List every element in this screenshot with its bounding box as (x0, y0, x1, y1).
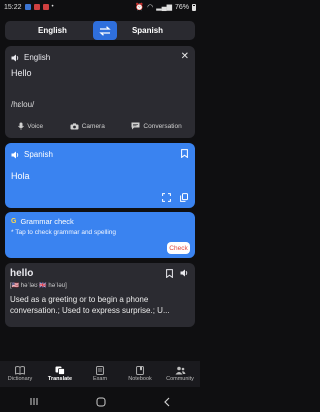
speaker-icon (11, 151, 19, 158)
grammar-title: Grammar check (20, 217, 74, 226)
chat-icon (131, 122, 140, 130)
status-time: 15:22 (4, 3, 22, 11)
nav-dictionary-label: Dictionary (7, 376, 33, 382)
source-card: English ✕ Hello /hɛlou/ Voice Camera Con… (5, 46, 195, 138)
dictionary-word: hello (10, 268, 34, 279)
exam-icon (96, 366, 104, 375)
expand-button[interactable] (162, 193, 171, 202)
swap-languages-button[interactable] (93, 21, 117, 40)
bottom-navigation: Dictionary Translate Exam Notebook Commu… (0, 361, 200, 387)
close-icon: ✕ (180, 51, 189, 62)
youtube-icon (33, 4, 40, 10)
signal-icon: ▂▄▆ (156, 4, 172, 11)
community-icon (175, 366, 185, 375)
dictionary-bookmark-button[interactable] (166, 269, 173, 278)
alarm-icon: ⏰ (135, 4, 145, 11)
conversation-button[interactable]: Conversation (131, 122, 182, 130)
bookmark-icon (181, 149, 188, 158)
bookmark-icon (166, 269, 173, 278)
grammar-tip: * Tap to check grammar and spelling (11, 229, 117, 236)
nav-community[interactable]: Community (160, 361, 200, 387)
more-dot-icon: • (51, 4, 54, 10)
conversation-label: Conversation (143, 122, 182, 130)
translation-text: Hola (11, 171, 30, 181)
back-icon (164, 397, 170, 406)
dictionary-phonetic: [🇺🇸 həˈləʊ 🇬🇧 həˈləʊ] (10, 283, 67, 289)
battery-percent: 76% (174, 3, 189, 11)
recent-apps-button[interactable] (29, 397, 39, 406)
dictionary-definition: Used as a greeting or to begin a phone c… (10, 295, 170, 315)
expand-icon (162, 193, 171, 202)
mic-icon (18, 122, 25, 130)
nav-notebook[interactable]: Notebook (120, 361, 160, 387)
nav-notebook-label: Notebook (128, 376, 152, 382)
language-switcher: English Spanish (5, 21, 195, 40)
source-language-label: English (24, 53, 51, 62)
nav-community-label: Community (166, 376, 194, 382)
wifi-icon: ◠ (147, 4, 154, 11)
home-button[interactable] (96, 397, 106, 407)
dictionary-icon (15, 366, 25, 375)
voice-button[interactable]: Voice (18, 122, 43, 130)
clear-button[interactable]: ✕ (181, 51, 189, 62)
voice-label: Voice (27, 122, 44, 130)
back-button[interactable] (163, 397, 171, 407)
speaker-icon (11, 54, 19, 61)
check-button[interactable]: Check (167, 242, 190, 254)
camera-button[interactable]: Camera (70, 122, 105, 130)
battery-icon (192, 3, 196, 11)
status-bar: 15:22 • ⏰ ◠ ▂▄▆ 76% (0, 0, 200, 14)
source-speaker-button[interactable] (11, 54, 20, 62)
system-navigation (0, 391, 200, 412)
target-card: Spanish Hola (5, 143, 195, 208)
nav-exam-label: Exam (92, 376, 108, 382)
speaker-icon (180, 269, 188, 277)
facebook-icon (24, 4, 31, 10)
bookmark-button[interactable] (181, 149, 188, 158)
camera-label: Camera (81, 122, 105, 130)
grammar-logo-icon: G (11, 218, 17, 225)
target-speaker-button[interactable] (11, 151, 20, 159)
copy-icon (180, 193, 188, 202)
source-phonetic: /hɛlou/ (11, 100, 35, 109)
recent-apps-icon (30, 398, 38, 405)
dictionary-card[interactable]: hello [🇺🇸 həˈləʊ 🇬🇧 həˈləʊ] Used as a gr… (5, 263, 195, 327)
nav-translate-label: Translate (47, 376, 73, 382)
target-language-label: Spanish (24, 150, 53, 159)
camera-icon (70, 122, 79, 129)
nav-exam[interactable]: Exam (80, 361, 120, 387)
home-icon (96, 397, 106, 406)
notebook-icon (136, 366, 144, 375)
dictionary-speaker-button[interactable] (180, 269, 189, 278)
translate-icon (55, 366, 65, 375)
grammar-check-card: G Grammar check * Tap to check grammar a… (5, 212, 195, 258)
swap-icon (99, 25, 111, 36)
youtube-icon (42, 4, 49, 10)
nav-translate[interactable]: Translate (40, 361, 80, 387)
source-text-input[interactable]: Hello (11, 68, 32, 78)
copy-button[interactable] (180, 193, 188, 202)
source-language-button[interactable]: English (5, 26, 100, 35)
nav-dictionary[interactable]: Dictionary (0, 361, 40, 387)
